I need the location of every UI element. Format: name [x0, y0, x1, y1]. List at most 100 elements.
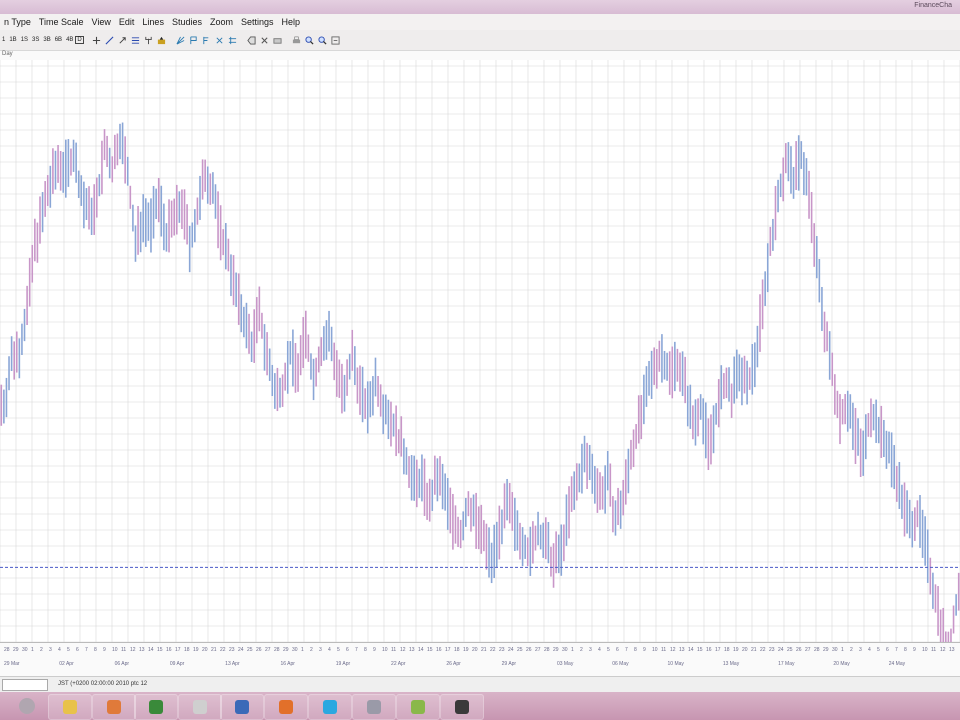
time-axis-date: 24 May — [889, 661, 906, 667]
status-bar: JST (+0200 02:00:00 2010 ptc 12 — [0, 676, 960, 693]
gann-icon[interactable] — [228, 36, 237, 45]
erase-icon[interactable] — [273, 36, 282, 45]
delete-icon[interactable] — [260, 36, 269, 45]
time-axis-date: 20 May — [833, 661, 850, 667]
time-axis-tick: 23 — [229, 647, 235, 653]
time-axis-tick: 15 — [427, 647, 433, 653]
menu-studies[interactable]: Studies — [168, 17, 206, 27]
taskbar-button[interactable] — [92, 694, 136, 720]
menu-edit[interactable]: Edit — [115, 17, 139, 27]
taskbar-button[interactable] — [48, 694, 92, 720]
timeframe-button[interactable]: 1 — [0, 37, 7, 43]
timeframe-button[interactable]: 1B — [7, 37, 18, 43]
time-axis-tick: 9 — [643, 647, 646, 653]
time-axis-date: 06 May — [612, 661, 629, 667]
time-axis-tick: 2 — [310, 647, 313, 653]
start-orb-icon — [19, 698, 35, 714]
gann-icon[interactable] — [202, 36, 211, 45]
time-axis-tick: 28 — [544, 647, 550, 653]
zoom-in-icon[interactable] — [305, 35, 314, 45]
time-axis-date: 26 Apr — [446, 661, 461, 667]
menu-chart-type[interactable]: n Type — [0, 17, 35, 27]
time-axis-tick: 25 — [247, 647, 253, 653]
time-axis-date: 29 Mar — [4, 661, 20, 667]
taskbar-button[interactable] — [396, 694, 440, 720]
time-axis-tick: 5 — [607, 647, 610, 653]
time-axis-tick: 11 — [391, 647, 396, 653]
time-axis-tick: 29 — [13, 647, 19, 653]
time-axis-tick: 20 — [742, 647, 748, 653]
time-axis-tick: 8 — [364, 647, 367, 653]
gann-icon[interactable] — [215, 36, 224, 45]
time-axis-tick: 7 — [355, 647, 358, 653]
status-input[interactable] — [2, 679, 48, 691]
time-axis-tick: 8 — [904, 647, 907, 653]
explorer-folder-icon — [63, 700, 77, 714]
print-icon[interactable] — [292, 36, 301, 45]
gann-icon[interactable] — [176, 36, 185, 45]
chart-app-icon — [367, 700, 381, 714]
fibonacci-icon[interactable] — [131, 36, 140, 45]
menu-time-scale[interactable]: Time Scale — [35, 17, 88, 27]
time-axis-tick: 15 — [697, 647, 703, 653]
time-axis-tick: 24 — [238, 647, 244, 653]
time-axis-tick: 21 — [751, 647, 757, 653]
timeframe-button[interactable]: 4B — [64, 37, 75, 43]
timeframe-button[interactable]: 3B — [41, 37, 52, 43]
chart-grid — [0, 60, 960, 642]
timeframe-button[interactable]: 3S — [30, 37, 41, 43]
pitchfork-icon[interactable] — [144, 36, 153, 45]
menu-help[interactable]: Help — [278, 17, 305, 27]
time-axis-tick: 6 — [616, 647, 619, 653]
taskbar-button[interactable] — [220, 694, 264, 720]
time-axis: 28 29 30 1 2 3 4 5 6 7 8 9 10 11 12 13 14 15 16 17 18 19 20 21 2… — [0, 642, 960, 677]
erase-icon[interactable] — [247, 35, 256, 45]
time-axis-tick: 5 — [877, 647, 880, 653]
time-axis-date: 16 Apr — [280, 661, 295, 667]
timeframe-button[interactable]: 6B — [53, 37, 64, 43]
time-axis-tick: 25 — [787, 647, 793, 653]
folder-green-icon — [411, 700, 425, 714]
time-axis-tick: 13 — [409, 647, 415, 653]
zoom-out-icon[interactable] — [318, 35, 327, 45]
cross-icon[interactable] — [92, 36, 101, 45]
time-axis-tick: 26 — [796, 647, 802, 653]
timeframe-button-active[interactable]: D — [75, 36, 84, 44]
taskbar-button[interactable] — [6, 694, 48, 718]
menu-settings[interactable]: Settings — [237, 17, 278, 27]
time-axis-tick: 26 — [256, 647, 262, 653]
timeframe-button[interactable]: 1S — [19, 37, 30, 43]
menu-zoom[interactable]: Zoom — [206, 17, 237, 27]
time-axis-tick: 13 — [679, 647, 685, 653]
taskbar-button[interactable] — [134, 694, 178, 720]
line-icon[interactable] — [105, 36, 114, 45]
time-axis-tick: 26 — [526, 647, 532, 653]
menu-view[interactable]: View — [88, 17, 115, 27]
taskbar-button[interactable] — [308, 694, 352, 720]
time-axis-tick: 24 — [778, 647, 784, 653]
skype-icon — [323, 700, 337, 714]
time-axis-date: 13 Apr — [225, 661, 240, 667]
time-axis-tick: 28 — [814, 647, 820, 653]
time-axis-tick: 14 — [688, 647, 694, 653]
settings-icon[interactable] — [331, 35, 340, 45]
time-axis-tick: 11 — [931, 647, 936, 653]
time-axis-tick: 29 — [553, 647, 559, 653]
network-globe-icon — [235, 700, 249, 714]
time-axis-tick: 12 — [940, 647, 946, 653]
time-axis-tick: 1 — [31, 647, 34, 653]
menu-lines[interactable]: Lines — [138, 17, 168, 27]
time-axis-tick: 9 — [913, 647, 916, 653]
taskbar-button[interactable] — [264, 694, 308, 720]
time-axis-tick: 25 — [517, 647, 523, 653]
status-text: JST (+0200 02:00:00 2010 ptc 12 — [58, 681, 148, 687]
time-axis-tick: 9 — [373, 647, 376, 653]
gann-icon[interactable] — [189, 35, 198, 45]
arrow-icon[interactable] — [118, 36, 127, 45]
taskbar-button[interactable] — [178, 694, 222, 720]
time-axis-tick: 28 — [4, 647, 10, 653]
taskbar-button[interactable] — [440, 694, 484, 720]
taskbar-button[interactable] — [352, 694, 396, 720]
price-chart[interactable] — [0, 60, 960, 642]
text-icon[interactable] — [157, 36, 166, 45]
